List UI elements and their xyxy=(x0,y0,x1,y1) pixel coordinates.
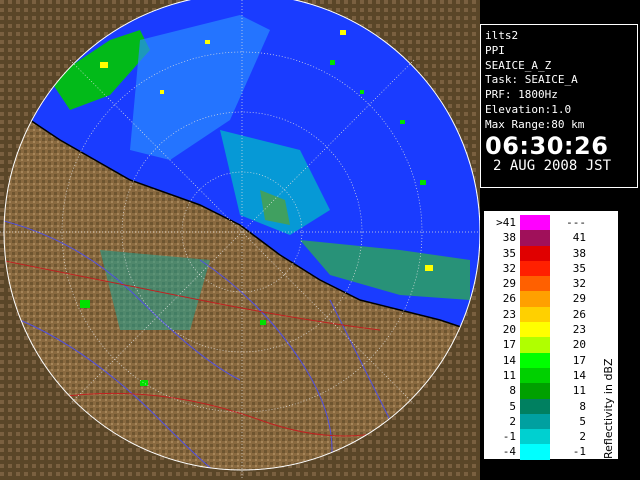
scale-row: 26 29 xyxy=(484,291,594,307)
scale-color-swatch xyxy=(520,230,550,246)
reflectivity-color-scale: >41 --- 38 41 35 38 32 35 29 32 26 29 23 26 20 23 17 20 14… xyxy=(483,210,619,460)
scale-title: Reflectivity in dBZ xyxy=(602,358,615,459)
scale-color-swatch xyxy=(520,383,550,399)
scale-lower-bound: 14 xyxy=(502,353,516,367)
scale-rows: >41 --- 38 41 35 38 32 35 29 32 26 29 23 26 20 23 17 20 14… xyxy=(484,215,594,460)
scale-color-swatch xyxy=(520,398,550,414)
scale-row: 17 20 xyxy=(484,337,594,353)
scale-color-swatch xyxy=(520,337,550,353)
scale-upper-bound: 17 xyxy=(572,353,586,367)
scale-color-swatch xyxy=(520,367,550,384)
scale-color-swatch xyxy=(520,215,550,231)
scale-upper-bound: 11 xyxy=(572,384,586,398)
scale-color-swatch xyxy=(520,429,550,445)
scale-upper-bound: 32 xyxy=(572,277,586,291)
scale-color-swatch xyxy=(520,306,550,323)
scale-lower-bound: 32 xyxy=(502,261,516,275)
scale-row: -4 -1 xyxy=(484,444,594,460)
scale-lower-bound: 29 xyxy=(502,277,516,291)
scale-lower-bound: 26 xyxy=(502,292,516,306)
scale-upper-bound: 23 xyxy=(572,323,586,337)
scale-row: 8 11 xyxy=(484,383,594,399)
scale-upper-bound: 29 xyxy=(572,292,586,306)
scale-color-swatch xyxy=(520,322,550,338)
scale-upper-bound: 20 xyxy=(572,338,586,352)
product-name: SEAICE_A_Z xyxy=(485,58,552,72)
scale-row: 38 41 xyxy=(484,230,594,246)
scale-lower-bound: 17 xyxy=(502,338,516,352)
scale-color-swatch xyxy=(520,245,550,261)
radar-ppi-display[interactable] xyxy=(0,0,480,480)
scale-lower-bound: 23 xyxy=(502,307,516,321)
scan-time: 06:30:26 xyxy=(485,131,609,160)
radar-map xyxy=(0,0,480,480)
elevation-value: Elevation:1.0 xyxy=(485,102,572,116)
scale-row: 29 32 xyxy=(484,276,594,292)
scale-color-swatch xyxy=(520,260,550,277)
scale-row: 35 38 xyxy=(484,245,594,261)
scale-row: 23 26 xyxy=(484,306,594,323)
scale-color-swatch xyxy=(520,291,550,307)
scale-upper-bound: 8 xyxy=(579,399,586,413)
scale-row: 58 xyxy=(484,398,594,414)
scale-lower-bound: -4 xyxy=(502,445,516,459)
scale-upper-bound: 2 xyxy=(579,430,586,444)
scale-upper-bound: 14 xyxy=(572,368,586,382)
scale-color-swatch xyxy=(520,444,550,460)
scale-row: 25 xyxy=(484,413,594,430)
scale-lower-bound: 35 xyxy=(502,246,516,260)
scale-upper-bound: --- xyxy=(566,216,586,229)
scale-upper-bound: 41 xyxy=(572,231,586,245)
scale-row: >41 --- xyxy=(484,215,594,231)
scale-color-swatch xyxy=(520,352,550,368)
scale-upper-bound: 38 xyxy=(572,246,586,260)
scale-color-swatch xyxy=(520,276,550,292)
scale-lower-bound: >41 xyxy=(496,216,516,229)
scale-row: 32 35 xyxy=(484,260,594,277)
scale-upper-bound: -1 xyxy=(572,445,586,459)
info-panel: ilts2 PPI SEAICE_A_Z Task: SEAICE_A PRF:… xyxy=(480,24,638,188)
scale-lower-bound: 11 xyxy=(502,368,516,382)
scan-date: 2 AUG 2008 JST xyxy=(493,157,612,174)
radar-name: ilts2 xyxy=(485,29,519,42)
scan-mode: PPI xyxy=(485,43,505,57)
scale-row: 14 17 xyxy=(484,352,594,368)
scale-upper-bound: 5 xyxy=(579,414,586,428)
scale-upper-bound: 26 xyxy=(572,307,586,321)
scale-upper-bound: 35 xyxy=(572,261,586,275)
scale-lower-bound: 20 xyxy=(502,323,516,337)
max-range-value: Max Range:80 km xyxy=(485,117,585,131)
task-name: Task: SEAICE_A xyxy=(485,73,578,87)
prf-value: PRF: 1800Hz xyxy=(485,88,558,102)
scale-lower-bound: 2 xyxy=(509,414,516,428)
scale-row: -1 2 xyxy=(484,429,594,445)
scale-lower-bound: 5 xyxy=(509,399,516,413)
scale-row: 11 14 xyxy=(484,367,594,384)
scale-lower-bound: 8 xyxy=(509,384,516,398)
scale-lower-bound: -1 xyxy=(502,430,516,444)
scale-color-swatch xyxy=(520,413,550,430)
scale-row: 20 23 xyxy=(484,322,594,338)
scale-lower-bound: 38 xyxy=(502,231,516,245)
